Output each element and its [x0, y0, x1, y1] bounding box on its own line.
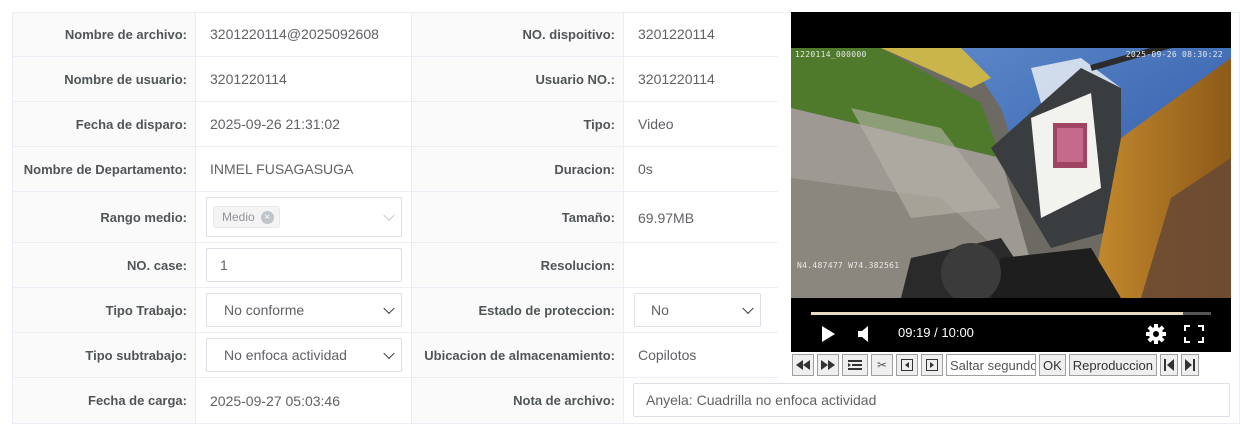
gear-icon[interactable] — [1146, 324, 1166, 344]
device-no-value: 3201220114 — [623, 13, 791, 56]
skip-end-icon[interactable] — [1181, 354, 1200, 376]
user-name-value: 3201220114 — [195, 57, 412, 101]
skip-start-icon[interactable] — [1160, 354, 1179, 376]
case-no-label: NO. case: — [13, 243, 195, 287]
upload-date-value: 2025-09-27 05:03:46 — [195, 378, 412, 423]
size-value: 69.97MB — [623, 192, 791, 242]
jump-seconds-placeholder: Saltar segundos — [950, 357, 1036, 373]
duration-label: Duracion: — [412, 147, 623, 191]
protection-state-select-value: No — [651, 302, 669, 318]
medium-range-tag: Medio × — [213, 206, 280, 228]
user-name-label: Nombre de usuario: — [13, 57, 195, 101]
resolution-value — [623, 243, 791, 287]
protection-state-select[interactable]: No — [634, 293, 761, 327]
duration-value: 0s — [623, 147, 791, 191]
fullscreen-icon[interactable] — [1184, 325, 1204, 343]
department-value: INMEL FUSAGASUGA — [195, 147, 412, 191]
play-icon[interactable] — [819, 325, 837, 343]
chevron-down-icon — [383, 347, 395, 360]
storage-location-label: Ubicacion de almacenamiento: — [412, 333, 623, 377]
volume-icon[interactable] — [855, 325, 873, 343]
tag-close-icon[interactable]: × — [260, 210, 274, 224]
resolution-label: Resolucion: — [412, 243, 623, 287]
row-file-name: Nombre de archivo: 3201220114@2025092608… — [13, 13, 778, 57]
time-display: 09:19 / 10:00 — [898, 325, 974, 340]
trigger-date-value: 2025-09-26 21:31:02 — [195, 102, 412, 146]
list-icon[interactable] — [842, 354, 868, 376]
device-no-label: NO. dispoitivo: — [412, 13, 623, 56]
osd-id: 1220114_000000 — [795, 50, 867, 59]
row-department: Nombre de Departamento: INMEL FUSAGASUGA… — [13, 147, 778, 192]
rewind-icon[interactable] — [792, 354, 814, 376]
file-note-label: Nota de archivo: — [412, 378, 623, 423]
jump-seconds-input[interactable]: Saltar segundos — [946, 354, 1036, 376]
file-name-value: 3201220114@2025092608 — [195, 13, 412, 56]
chevron-down-icon — [383, 209, 395, 222]
type-value: Video — [623, 102, 791, 146]
storage-location-value: Copilotos — [623, 333, 791, 377]
video-player[interactable]: 1220114_000000 2025-09-26 08:30:22 N4.48… — [791, 12, 1231, 352]
progress-bar[interactable] — [811, 312, 1211, 315]
row-user-name: Nombre de usuario: 3201220114 Usuario NO… — [13, 57, 778, 102]
case-no-input[interactable]: 1 — [206, 248, 402, 282]
medium-range-tag-label: Medio — [222, 210, 255, 224]
protection-state-label: Estado de proteccion: — [412, 288, 623, 332]
file-name-label: Nombre de archivo: — [13, 13, 195, 56]
work-subtype-label: Tipo subtrabajo: — [13, 333, 195, 377]
ok-button[interactable]: OK — [1039, 354, 1066, 376]
fast-forward-icon[interactable] — [817, 354, 839, 376]
next-frame-icon[interactable] — [921, 354, 943, 376]
chevron-down-icon — [742, 302, 754, 315]
work-type-select[interactable]: No conforme — [206, 293, 402, 327]
user-no-value: 3201220114 — [623, 57, 791, 101]
chevron-down-icon — [383, 302, 395, 315]
department-label: Nombre de Departamento: — [13, 147, 195, 191]
playback-toolbar: ✂ Saltar segundos OK Reproduccion — [791, 352, 1231, 378]
file-note-input[interactable]: Anyela: Cuadrilla no enfoca actividad — [633, 383, 1230, 417]
trigger-date-label: Fecha de disparo: — [13, 102, 195, 146]
upload-date-label: Fecha de carga: — [13, 378, 195, 423]
type-label: Tipo: — [412, 102, 623, 146]
medium-range-select[interactable]: Medio × — [206, 197, 402, 237]
file-note-input-value: Anyela: Cuadrilla no enfoca actividad — [646, 392, 877, 408]
osd-gps: N4.487477 W74.382561 — [797, 261, 900, 270]
osd-datetime: 2025-09-26 08:30:22 — [1125, 50, 1223, 59]
scissors-icon[interactable]: ✂ — [871, 354, 893, 376]
medium-range-label: Rango medio: — [13, 192, 195, 242]
previous-frame-icon[interactable] — [896, 354, 918, 376]
work-subtype-select-value: No enfoca actividad — [224, 347, 347, 363]
work-type-label: Tipo Trabajo: — [13, 288, 195, 332]
work-subtype-select[interactable]: No enfoca actividad — [206, 338, 402, 372]
user-no-label: Usuario NO.: — [412, 57, 623, 101]
progress-fill — [811, 312, 1183, 315]
case-no-input-value: 1 — [220, 257, 228, 273]
size-label: Tamaño: — [412, 192, 623, 242]
row-trigger-date: Fecha de disparo: 2025-09-26 21:31:02 Ti… — [13, 102, 778, 147]
playback-button[interactable]: Reproduccion — [1068, 354, 1158, 376]
work-type-select-value: No conforme — [224, 302, 305, 318]
